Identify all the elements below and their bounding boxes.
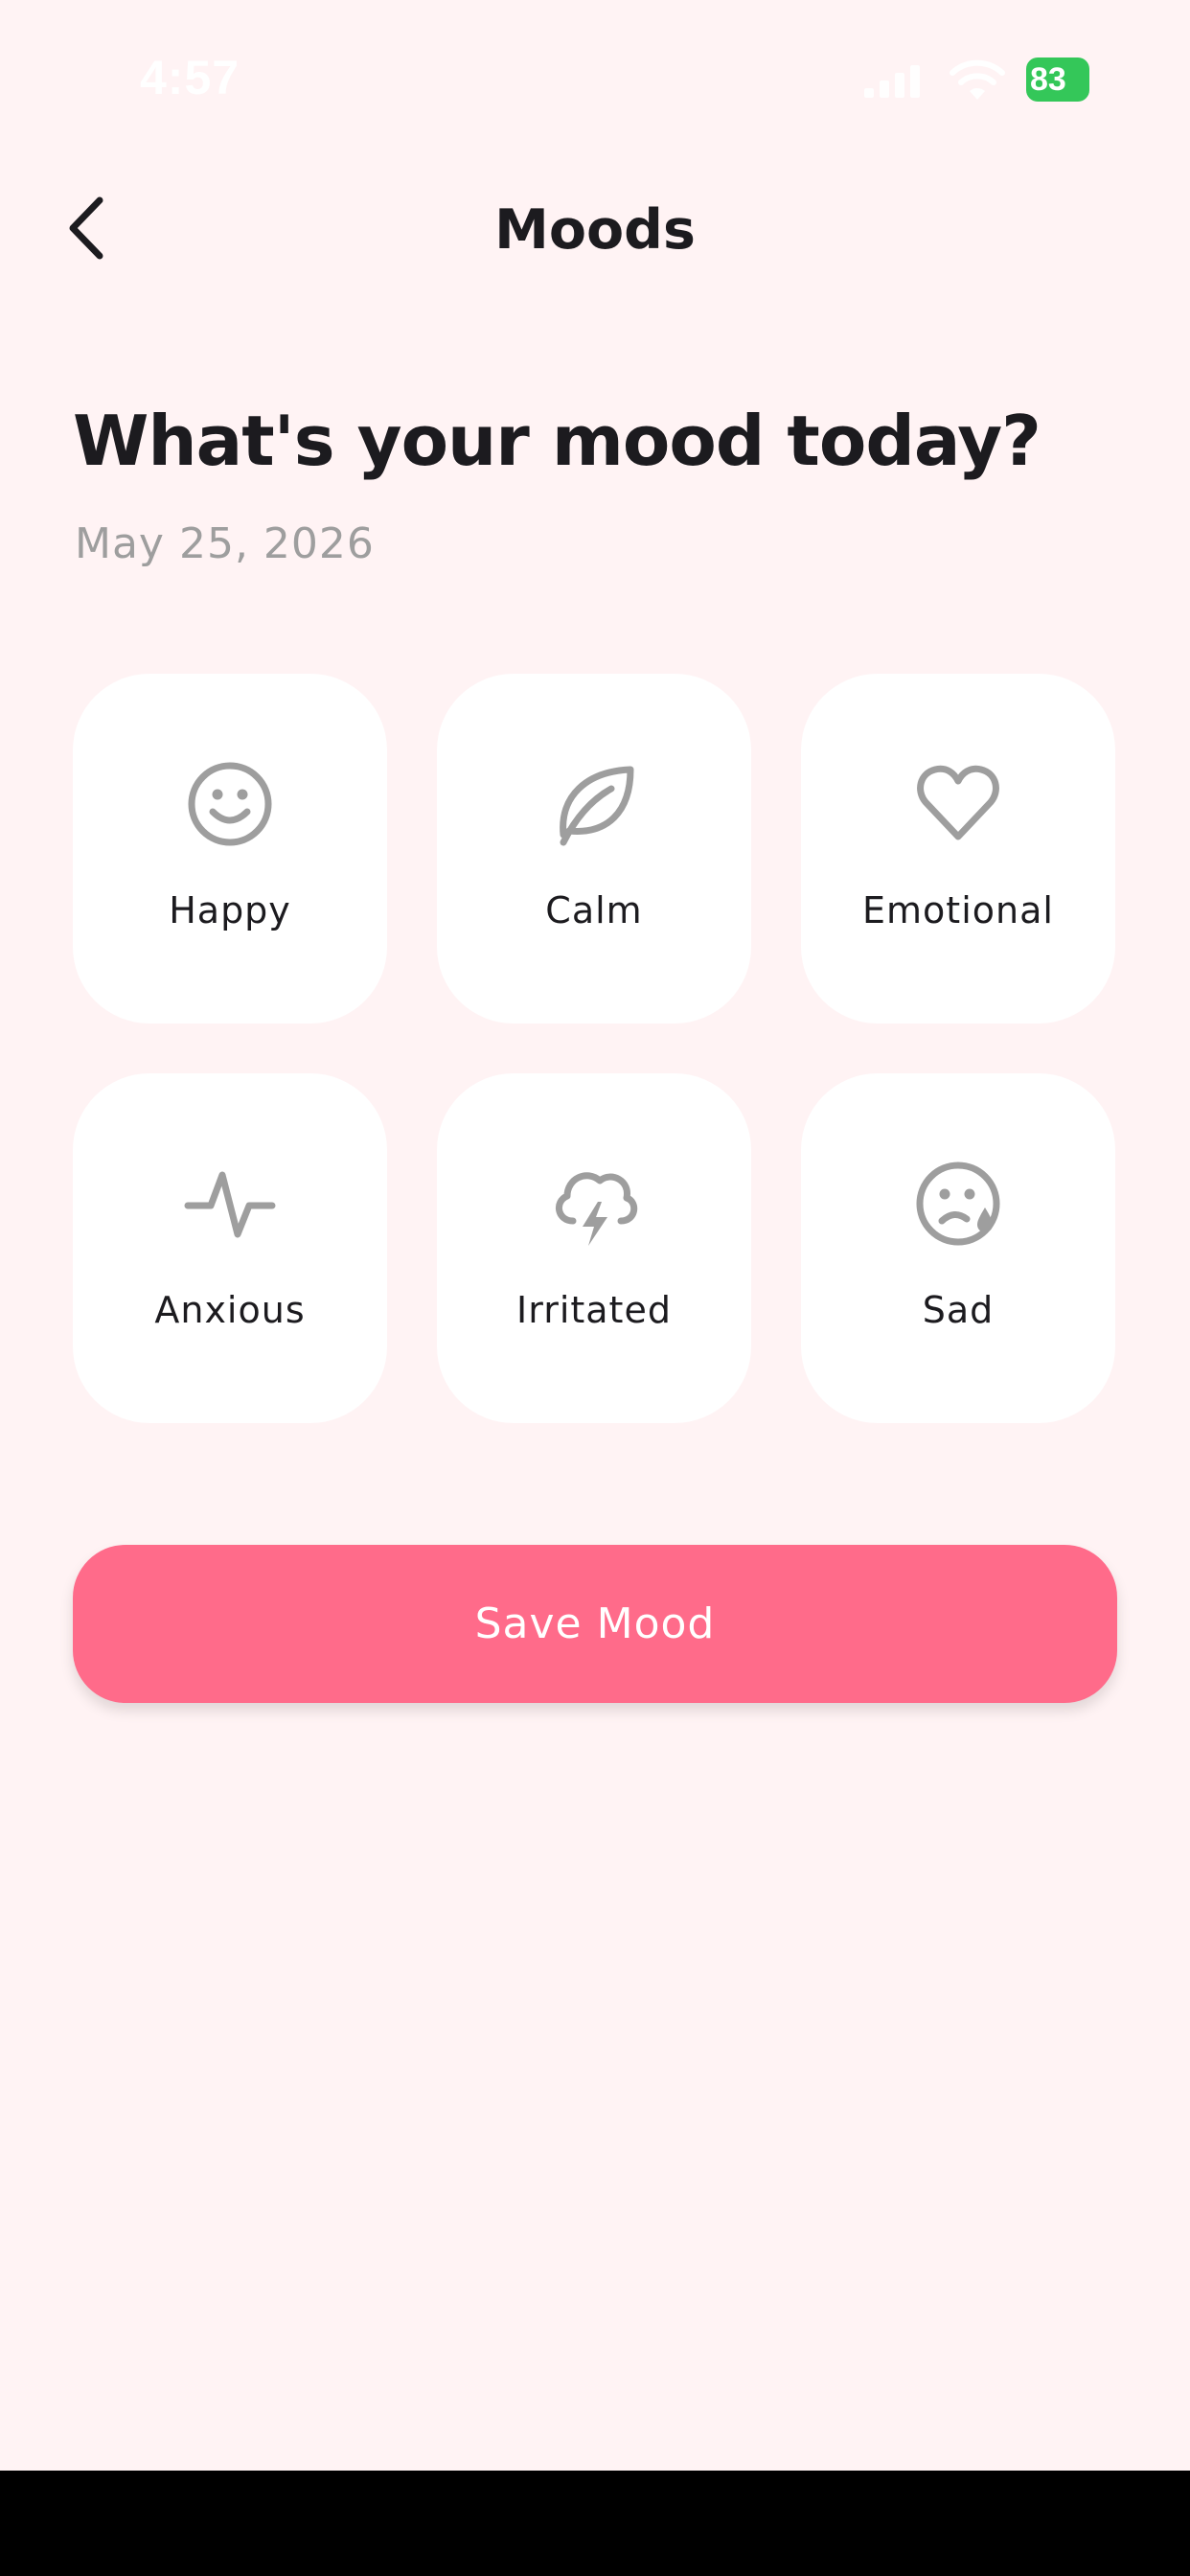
mood-label: Sad — [922, 1289, 995, 1331]
moods-screen: 4:57 83 Moods What's your mood today? Ma… — [0, 0, 1190, 2576]
leaf-icon — [548, 758, 640, 850]
mood-card-anxious[interactable]: Anxious — [73, 1073, 387, 1423]
smile-icon — [184, 758, 276, 850]
heart-icon — [912, 758, 1004, 850]
battery-indicator: 83 — [1026, 58, 1089, 102]
wifi-icon — [949, 58, 1006, 105]
current-date: May 25, 2026 — [75, 519, 375, 568]
mood-card-irritated[interactable]: Irritated — [437, 1073, 751, 1423]
storm-cloud-icon — [548, 1158, 640, 1250]
mood-card-sad[interactable]: Sad — [801, 1073, 1115, 1423]
pulse-icon — [184, 1158, 276, 1250]
mood-card-calm[interactable]: Calm — [437, 674, 751, 1024]
status-bar: 4:57 83 — [0, 0, 1190, 153]
mood-question: What's your mood today? — [73, 401, 1041, 481]
mood-label: Irritated — [516, 1289, 672, 1331]
sad-tear-icon — [912, 1158, 1004, 1250]
mood-card-happy[interactable]: Happy — [73, 674, 387, 1024]
save-mood-button[interactable]: Save Mood — [73, 1545, 1117, 1703]
mood-label: Happy — [169, 889, 291, 932]
battery-level: 83 — [1030, 61, 1066, 98]
system-navigation-bar — [0, 2471, 1190, 2576]
mood-grid: Happy Calm Emotional Anxious Irritated S… — [73, 674, 1117, 1423]
status-time: 4:57 — [140, 51, 240, 104]
mood-card-emotional[interactable]: Emotional — [801, 674, 1115, 1024]
save-mood-label: Save Mood — [474, 1599, 716, 1648]
mood-label: Emotional — [862, 889, 1054, 932]
page-title: Moods — [494, 198, 696, 262]
mood-label: Anxious — [154, 1289, 306, 1331]
signal-icon — [862, 61, 929, 104]
mood-label: Calm — [545, 889, 643, 932]
